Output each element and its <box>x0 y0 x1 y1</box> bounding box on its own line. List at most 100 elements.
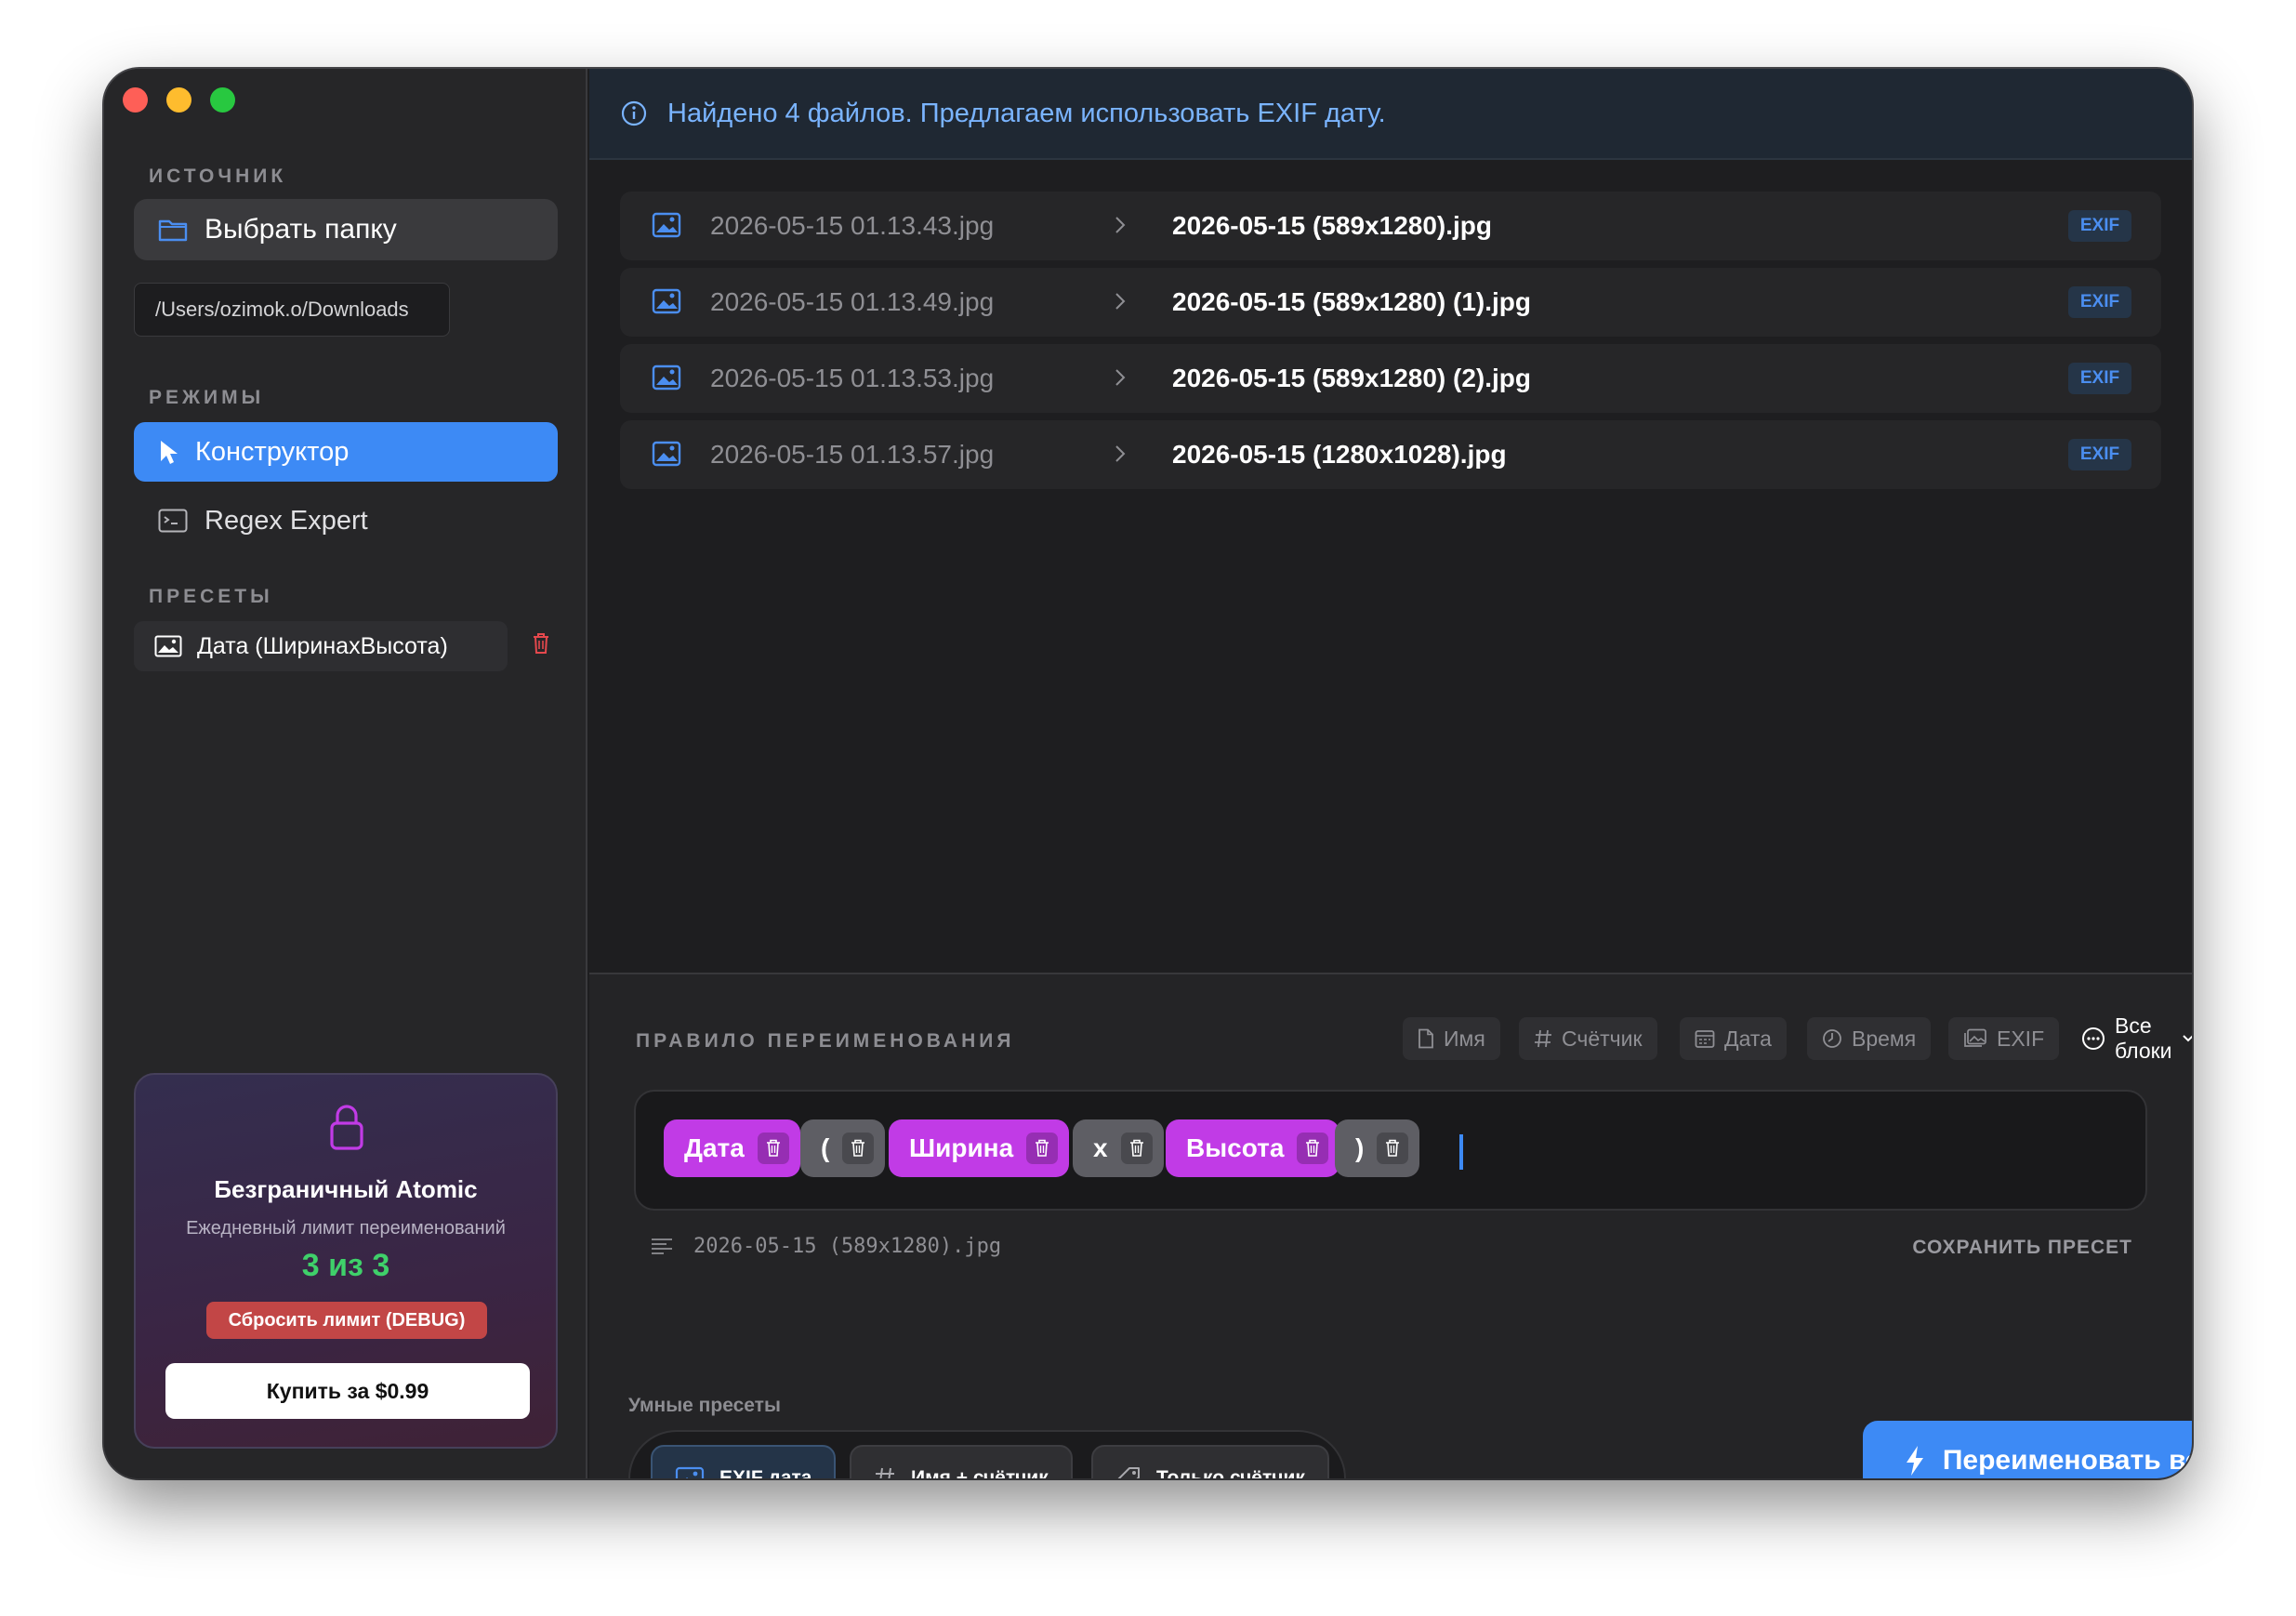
block-button-label: Имя <box>1444 1026 1485 1051</box>
block-button-label: Время <box>1852 1026 1917 1051</box>
token-label: ) <box>1355 1133 1365 1162</box>
rename-rule-panel: ПРАВИЛО ПЕРЕИМЕНОВАНИЯ Имя Счётчик Дата … <box>589 973 2192 1478</box>
image-file-icon <box>652 288 681 314</box>
original-filename: 2026-05-15 01.13.57.jpg <box>710 440 995 469</box>
chevron-right-icon <box>1115 216 1126 234</box>
folder-path-field[interactable]: /Users/ozimok.o/Downloads <box>134 283 450 337</box>
hash-icon <box>874 1466 896 1478</box>
document-icon <box>1418 1028 1434 1049</box>
smart-preset-label: Только счётчик <box>1156 1467 1305 1478</box>
original-filename: 2026-05-15 01.13.49.jpg <box>710 287 995 316</box>
terminal-icon <box>158 509 188 533</box>
rename-all-button[interactable]: Переименовать всё <box>1863 1421 2192 1478</box>
trash-icon[interactable] <box>1120 1133 1153 1164</box>
add-date-block-button[interactable]: Дата <box>1680 1017 1787 1060</box>
preview-text: 2026-05-15 (589x1280).jpg <box>693 1235 1002 1258</box>
info-banner: Найдено 4 файлов. Предлагаем использоват… <box>589 69 2192 160</box>
new-filename: 2026-05-15 (589x1280) (1).jpg <box>1172 287 1531 316</box>
chevron-down-icon <box>2182 1034 2192 1043</box>
sidebar: ИСТОЧНИК Выбрать папку /Users/ozimok.o/D… <box>104 69 587 1478</box>
trash-icon[interactable] <box>757 1133 789 1164</box>
file-row[interactable]: 2026-05-15 01.13.57.jpg 2026-05-15 (1280… <box>620 420 2161 489</box>
all-blocks-dropdown[interactable]: Все блоки <box>2081 1013 2192 1063</box>
save-preset-button[interactable]: СОХРАНИТЬ ПРЕСЕТ <box>1912 1237 2132 1259</box>
image-file-icon <box>652 212 681 238</box>
choose-folder-label: Выбрать папку <box>205 214 397 245</box>
window-controls <box>123 87 235 113</box>
buy-button[interactable]: Купить за $0.99 <box>165 1363 530 1419</box>
chevron-right-icon <box>1115 444 1126 463</box>
trash-icon[interactable] <box>1377 1133 1409 1164</box>
file-row[interactable]: 2026-05-15 01.13.43.jpg 2026-05-15 (589x… <box>620 192 2161 260</box>
all-blocks-label: Все блоки <box>2115 1013 2172 1063</box>
smart-preset-name-counter[interactable]: Имя + счётчик <box>850 1445 1073 1478</box>
preset-item-date-wxh[interactable]: Дата (ШиринахВысота) <box>134 621 508 671</box>
rule-builder-field[interactable]: Дата ( Ширина x Высота ) <box>634 1090 2147 1211</box>
photo-icon <box>675 1466 705 1478</box>
token-label: Дата <box>684 1133 745 1162</box>
smart-preset-label: EXIF дата <box>719 1467 812 1478</box>
token-date[interactable]: Дата <box>664 1119 800 1177</box>
file-row[interactable]: 2026-05-15 01.13.49.jpg 2026-05-15 (589x… <box>620 268 2161 337</box>
filename-preview: 2026-05-15 (589x1280).jpg <box>651 1235 1001 1258</box>
upgrade-subtitle: Ежедневный лимит переименований <box>186 1218 506 1238</box>
token-height[interactable]: Высота <box>1166 1119 1340 1177</box>
text-caret <box>1459 1134 1463 1170</box>
token-close-paren[interactable]: ) <box>1335 1119 1420 1177</box>
more-icon <box>2081 1027 2105 1051</box>
upgrade-card: Безграничный Atomic Ежедневный лимит пер… <box>134 1073 558 1449</box>
upgrade-title: Безграничный Atomic <box>214 1175 478 1203</box>
mode-item-regex-expert[interactable]: Regex Expert <box>134 491 558 550</box>
banner-text: Найдено 4 файлов. Предлагаем использоват… <box>667 98 1386 128</box>
mode-label: Regex Expert <box>205 505 368 536</box>
close-window-button[interactable] <box>123 87 148 113</box>
token-x-separator[interactable]: x <box>1073 1119 1164 1177</box>
trash-icon[interactable] <box>1297 1133 1329 1164</box>
folder-icon <box>158 218 188 242</box>
exif-badge: EXIF <box>2068 210 2131 242</box>
token-label: Ширина <box>909 1133 1014 1162</box>
photos-icon <box>1963 1028 1987 1049</box>
block-button-label: Дата <box>1724 1026 1772 1051</box>
token-open-paren[interactable]: ( <box>800 1119 886 1177</box>
calendar-icon <box>1695 1028 1715 1049</box>
add-exif-block-button[interactable]: EXIF <box>1948 1017 2060 1060</box>
trash-icon[interactable] <box>842 1133 875 1164</box>
new-filename: 2026-05-15 (589x1280) (2).jpg <box>1172 364 1531 392</box>
image-file-icon <box>652 441 681 467</box>
app-window: ИСТОЧНИК Выбрать папку /Users/ozimok.o/D… <box>104 69 2192 1478</box>
new-filename: 2026-05-15 (589x1280).jpg <box>1172 211 1492 240</box>
mode-item-constructor[interactable]: Конструктор <box>134 422 558 482</box>
lock-icon <box>328 1105 365 1151</box>
exif-badge: EXIF <box>2068 439 2131 470</box>
reset-limit-button[interactable]: Сбросить лимит (DEBUG) <box>206 1302 487 1339</box>
original-filename: 2026-05-15 01.13.43.jpg <box>710 211 995 240</box>
exif-badge: EXIF <box>2068 286 2131 318</box>
token-width[interactable]: Ширина <box>889 1119 1070 1177</box>
add-name-block-button[interactable]: Имя <box>1403 1017 1500 1060</box>
source-section-label: ИСТОЧНИК <box>149 166 287 187</box>
choose-folder-button[interactable]: Выбрать папку <box>134 199 558 260</box>
text-lines-icon <box>651 1237 673 1257</box>
smart-presets-label: Умные пресеты <box>628 1395 781 1416</box>
info-icon <box>621 100 647 126</box>
preset-label: Дата (ШиринахВысота) <box>197 632 448 659</box>
delete-preset-icon[interactable] <box>532 632 550 655</box>
file-row[interactable]: 2026-05-15 01.13.53.jpg 2026-05-15 (589x… <box>620 344 2161 413</box>
smart-preset-exif-date[interactable]: EXIF дата <box>651 1445 837 1478</box>
token-label: x <box>1093 1133 1108 1162</box>
zoom-window-button[interactable] <box>210 87 235 113</box>
presets-section-label: ПРЕСЕТЫ <box>149 586 273 607</box>
exif-badge: EXIF <box>2068 363 2131 394</box>
minimize-window-button[interactable] <box>166 87 191 113</box>
token-label: ( <box>821 1133 830 1162</box>
add-counter-block-button[interactable]: Счётчик <box>1519 1017 1657 1060</box>
chevron-right-icon <box>1115 292 1126 311</box>
rule-section-label: ПРАВИЛО ПЕРЕИМЕНОВАНИЯ <box>636 1030 1015 1052</box>
block-button-label: Счётчик <box>1562 1026 1643 1051</box>
smart-preset-counter-only[interactable]: Только счётчик <box>1091 1445 1329 1478</box>
trash-icon[interactable] <box>1026 1133 1059 1164</box>
add-time-block-button[interactable]: Время <box>1807 1017 1932 1060</box>
clock-icon <box>1822 1028 1842 1049</box>
bolt-icon <box>1904 1445 1926 1477</box>
